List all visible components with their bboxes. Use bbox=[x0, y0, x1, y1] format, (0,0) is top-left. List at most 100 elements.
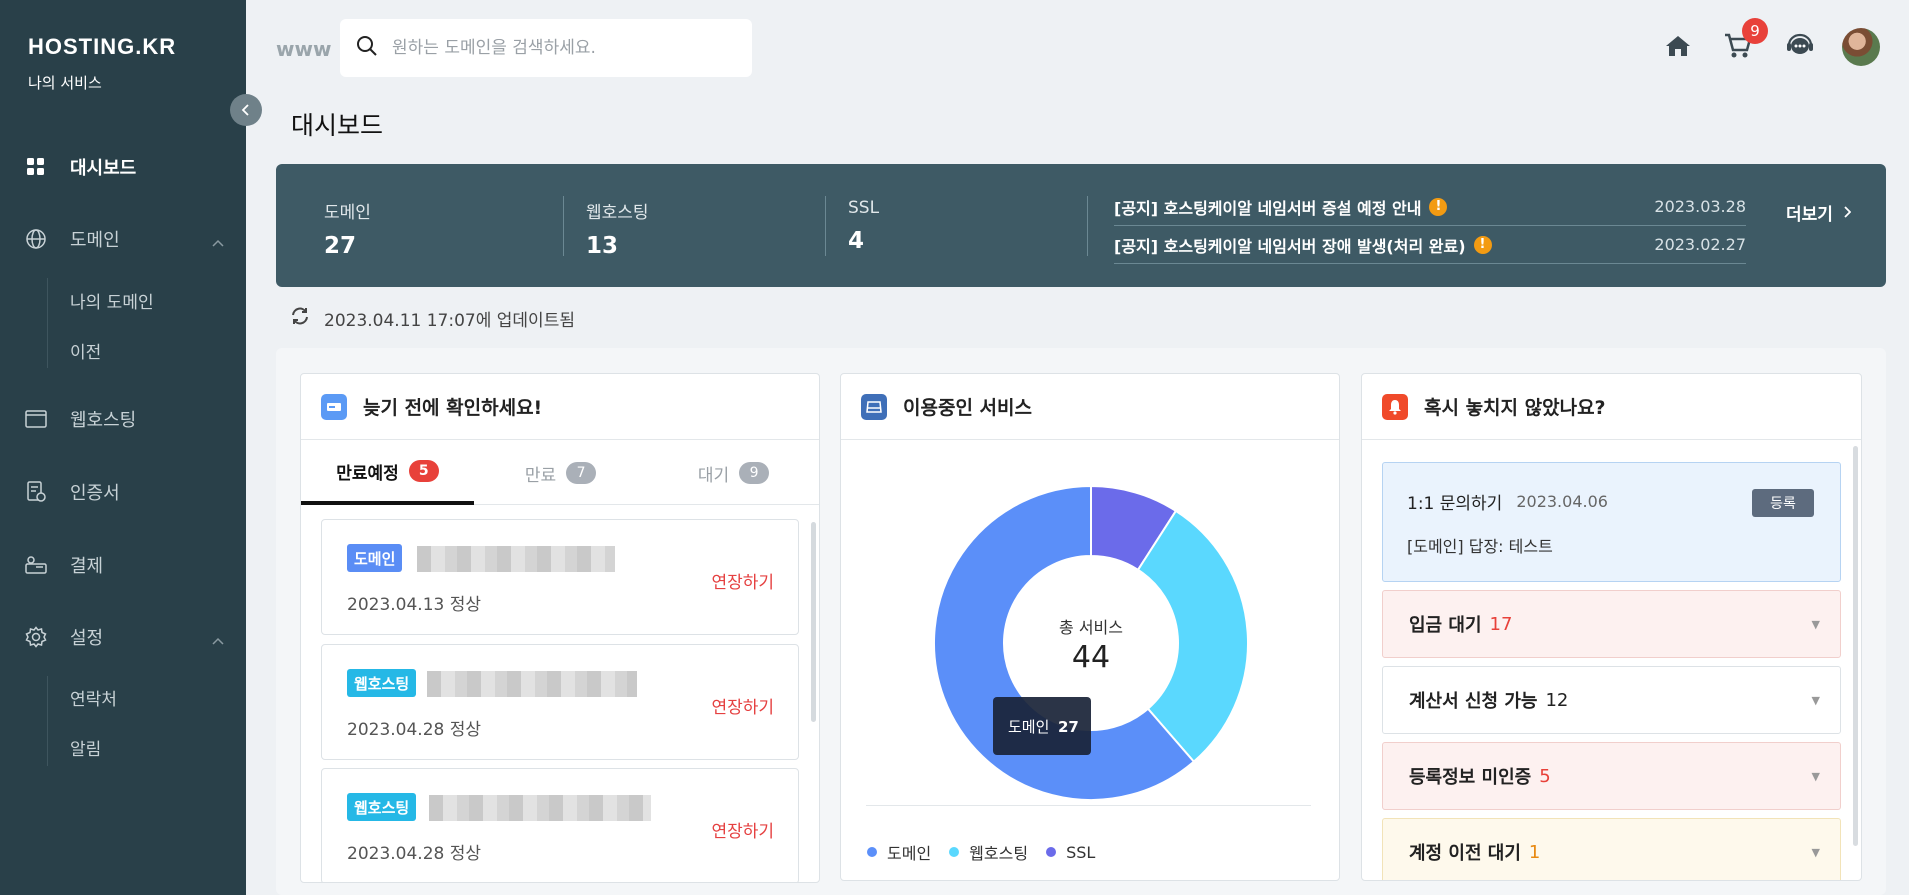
stat-domain[interactable]: 도메인 27 bbox=[324, 198, 371, 259]
card-header: 늦기 전에 확인하세요! bbox=[301, 374, 819, 440]
legend-item[interactable]: 도메인 bbox=[867, 840, 931, 864]
sidebar-item-settings[interactable]: 설정 bbox=[24, 617, 224, 657]
caret-down-icon: ▼ bbox=[1811, 694, 1820, 707]
donut-center-label: 총 서비스 bbox=[1059, 618, 1123, 637]
more-notices-link[interactable]: 더보기 bbox=[1786, 200, 1852, 225]
cart-count-badge: 9 bbox=[1742, 18, 1768, 44]
chevron-up-icon bbox=[212, 231, 224, 252]
redacted-name bbox=[429, 795, 651, 821]
scrollbar[interactable] bbox=[811, 522, 816, 722]
legend-label: 웹호스팅 bbox=[969, 844, 1029, 863]
tooltip-value: 27 bbox=[1058, 718, 1079, 736]
last-updated: 2023.04.11 17:07에 업데이트됨 bbox=[290, 306, 575, 331]
stat-label: 도메인 bbox=[324, 203, 371, 223]
warning-icon: ! bbox=[1429, 197, 1448, 216]
chevron-right-icon bbox=[1843, 203, 1852, 223]
caret-down-icon: ▼ bbox=[1811, 770, 1820, 783]
sidebar-item-dashboard[interactable]: 대시보드 bbox=[24, 147, 224, 187]
expiry-date: 2023.04.28 정상 bbox=[347, 844, 482, 864]
support-chat-button[interactable] bbox=[1782, 30, 1818, 66]
renew-button[interactable]: 연장하기 bbox=[711, 693, 774, 718]
sidebar-subitem-my-domain[interactable]: 나의 도메인 bbox=[70, 288, 154, 313]
inquiry-box[interactable]: 1:1 문의하기 2023.04.06 등록 [도메인] 답장: 테스트 bbox=[1382, 462, 1841, 582]
stat-value: 27 bbox=[324, 233, 357, 259]
search-bar[interactable] bbox=[340, 19, 752, 77]
expiry-date: 2023.04.28 정상 bbox=[347, 720, 482, 740]
alert-row: 입금 대기 17 bbox=[1409, 591, 1512, 657]
alert-registration-unverified[interactable]: 등록정보 미인증 5 ▼ bbox=[1382, 742, 1841, 810]
sidebar-subitem-transfer[interactable]: 이전 bbox=[70, 338, 101, 363]
alert-payment-pending[interactable]: 입금 대기 17 ▼ bbox=[1382, 590, 1841, 658]
sidebar-item-domain[interactable]: 도메인 bbox=[24, 219, 224, 259]
refresh-icon[interactable] bbox=[290, 307, 310, 330]
home-button[interactable] bbox=[1660, 30, 1696, 66]
services-donut-chart: 총 서비스 44 도메인 27 bbox=[933, 484, 1249, 801]
redacted-name bbox=[417, 546, 615, 572]
card-icon bbox=[861, 393, 887, 420]
legend-label: SSL bbox=[1066, 842, 1096, 862]
avatar[interactable] bbox=[1842, 28, 1880, 66]
inquiry-header: 1:1 문의하기 2023.04.06 bbox=[1407, 489, 1608, 514]
tab-count-badge: 5 bbox=[408, 460, 439, 482]
sidebar-item-label: 인증서 bbox=[70, 483, 120, 504]
tab-expired[interactable]: 만료 7 bbox=[474, 441, 647, 505]
tab-count-badge: 9 bbox=[739, 462, 770, 484]
sidebar-subitem-contacts[interactable]: 연락처 bbox=[70, 685, 117, 710]
scrollbar[interactable] bbox=[1853, 446, 1858, 846]
card-header: 이용중인 서비스 bbox=[841, 374, 1339, 440]
alert-label: 계산서 신청 가능 bbox=[1409, 691, 1538, 712]
tab-pending[interactable]: 대기 9 bbox=[647, 441, 819, 505]
alert-count: 5 bbox=[1539, 765, 1551, 787]
sidebar-collapse-button[interactable] bbox=[230, 94, 262, 126]
legend-item[interactable]: 웹호스팅 bbox=[949, 840, 1028, 864]
home-icon bbox=[1665, 34, 1691, 62]
stat-ssl[interactable]: SSL 4 bbox=[848, 198, 879, 254]
search-input[interactable] bbox=[392, 38, 732, 58]
browser-window-icon bbox=[24, 407, 48, 431]
expiring-card: 늦기 전에 확인하세요! 만료예정 5 만료 7 대기 9 도메인 2023.0… bbox=[300, 373, 820, 883]
cart-button[interactable]: 9 bbox=[1720, 18, 1768, 66]
notice-title: [공지] 호스팅케이알 네임서버 증설 예정 안내 bbox=[1114, 198, 1422, 218]
notice-date: 2023.03.28 bbox=[1654, 197, 1746, 216]
sidebar-item-webhosting[interactable]: 웹호스팅 bbox=[24, 399, 224, 439]
certificate-icon bbox=[24, 480, 48, 504]
sidebar-item-label: 결제 bbox=[70, 556, 104, 577]
alert-account-transfer[interactable]: 계정 이전 대기 1 ▼ bbox=[1382, 818, 1841, 880]
notice-title: [공지] 호스팅케이알 네임서버 장애 발생(처리 완료) bbox=[1114, 236, 1466, 256]
service-type-tag: 도메인 bbox=[347, 544, 403, 572]
sidebar-subitem-alerts[interactable]: 알림 bbox=[70, 735, 101, 760]
legend-swatch bbox=[949, 847, 960, 857]
sidebar-item-label: 도메인 bbox=[70, 230, 120, 251]
legend-item[interactable]: SSL bbox=[1046, 840, 1095, 864]
inquiry-body: [도메인] 답장: 테스트 bbox=[1407, 537, 1553, 556]
alert-invoice-available[interactable]: 계산서 신청 가능 12 ▼ bbox=[1382, 666, 1841, 734]
sidebar-item-payment[interactable]: 결제 bbox=[24, 545, 224, 585]
grid-icon bbox=[24, 155, 48, 179]
logo[interactable]: HOSTING.KR bbox=[28, 34, 176, 60]
card-header: 혹시 놓치지 않았나요? bbox=[1362, 374, 1861, 440]
submenu-line bbox=[47, 676, 48, 766]
notice-item[interactable]: [공지] 호스팅케이알 네임서버 증설 예정 안내 ! 2023.03.28 bbox=[1114, 188, 1746, 226]
chart-legend: 도메인 웹호스팅 SSL bbox=[867, 840, 1113, 864]
legend-label: 도메인 bbox=[887, 844, 932, 863]
stat-webhosting[interactable]: 웹호스팅 13 bbox=[586, 198, 649, 259]
alert-label: 등록정보 미인증 bbox=[1409, 767, 1532, 788]
stat-value: 13 bbox=[586, 233, 619, 259]
renew-button[interactable]: 연장하기 bbox=[711, 568, 774, 593]
inquiry-title: 1:1 문의하기 bbox=[1407, 494, 1503, 514]
tab-label: 대기 bbox=[697, 465, 730, 486]
stat-label: SSL bbox=[848, 198, 880, 218]
sidebar-item-label: 대시보드 bbox=[70, 158, 137, 179]
divider bbox=[563, 196, 564, 256]
tab-expiring-soon[interactable]: 만료예정 5 bbox=[301, 441, 474, 505]
gear-icon bbox=[24, 625, 48, 649]
stat-label: 웹호스팅 bbox=[586, 203, 649, 223]
legend-swatch bbox=[1046, 847, 1057, 857]
search-icon bbox=[356, 35, 378, 61]
sidebar-item-certificate[interactable]: 인증서 bbox=[24, 472, 224, 512]
register-button[interactable]: 등록 bbox=[1752, 489, 1814, 517]
renew-button[interactable]: 연장하기 bbox=[711, 817, 774, 842]
sidebar-item-label: 설정 bbox=[70, 628, 104, 649]
notice-item[interactable]: [공지] 호스팅케이알 네임서버 장애 발생(처리 완료) ! 2023.02.… bbox=[1114, 226, 1746, 264]
alert-row: 등록정보 미인증 5 bbox=[1409, 743, 1551, 809]
